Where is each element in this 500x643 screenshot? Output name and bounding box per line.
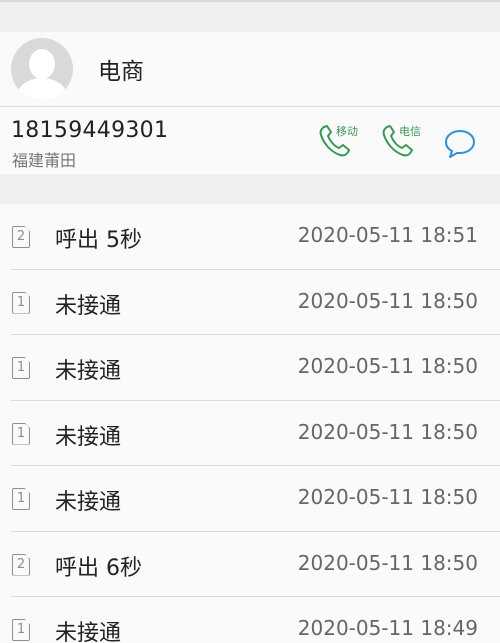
call-time: 2020-05-11 18:50 xyxy=(297,419,478,444)
mobile-label: 移动 xyxy=(336,125,358,138)
call-status: 未接通 xyxy=(55,293,122,319)
call-log-row[interactable]: 2 呼出 6秒 2020-05-11 18:50 xyxy=(0,532,500,598)
call-log-row[interactable]: 1 未接通 2020-05-11 18:50 xyxy=(0,401,500,467)
avatar[interactable] xyxy=(11,38,73,100)
top-strip xyxy=(0,0,500,32)
call-status: 未接通 xyxy=(55,490,122,515)
sim-card-icon: 2 xyxy=(12,553,30,576)
avatar-body xyxy=(17,78,67,100)
chat-bubble-icon xyxy=(445,130,475,158)
call-log-row[interactable]: 1 未接通 2020-05-11 18:50 xyxy=(0,466,500,532)
call-log-row[interactable]: 2 呼出 5秒 2020-05-11 18:51 xyxy=(0,204,500,270)
call-detail-page: 电商 18159449301 福建莆田 移动 电信 2 呼出 5秒 2020-0… xyxy=(0,0,500,643)
section-gap xyxy=(0,174,500,204)
call-status: 未接通 xyxy=(55,359,122,384)
call-status: 未接通 xyxy=(55,424,122,450)
call-time: 2020-05-11 18:51 xyxy=(297,223,478,247)
phone-number: 18159449301 xyxy=(11,118,169,143)
sim-card-icon: 1 xyxy=(12,357,30,379)
call-log-list: 2 呼出 5秒 2020-05-11 18:51 1 未接通 2020-05-1… xyxy=(0,204,500,643)
call-time: 2020-05-11 18:50 xyxy=(297,550,478,575)
call-log-row[interactable]: 1 未接通 2020-05-11 18:50 xyxy=(0,270,500,336)
contact-name: 电商 xyxy=(98,59,144,85)
contact-header: 电商 xyxy=(0,32,500,107)
call-status: 呼出 5秒 xyxy=(55,228,142,253)
call-status: 呼出 6秒 xyxy=(55,555,142,581)
call-mobile-button[interactable]: 移动 xyxy=(318,123,368,163)
sim-card-icon: 1 xyxy=(12,291,30,314)
contact-info[interactable]: 18159449301 福建莆田 移动 电信 xyxy=(0,107,500,174)
sim-card-icon: 1 xyxy=(12,619,30,641)
call-time: 2020-05-11 18:50 xyxy=(297,288,478,313)
message-button[interactable] xyxy=(443,127,477,161)
call-time: 2020-05-11 18:50 xyxy=(297,354,478,378)
telecom-label: 电信 xyxy=(399,125,421,138)
phone-location: 福建莆田 xyxy=(12,151,77,170)
call-log-row[interactable]: 1 未接通 2020-05-11 18:49 xyxy=(0,597,500,643)
call-status: 未接通 xyxy=(55,621,122,643)
call-time: 2020-05-11 18:49 xyxy=(297,616,478,640)
call-log-row[interactable]: 1 未接通 2020-05-11 18:50 xyxy=(0,335,500,401)
sim-card-icon: 1 xyxy=(12,422,30,445)
sim-card-icon: 2 xyxy=(12,226,30,248)
call-time: 2020-05-11 18:50 xyxy=(297,485,478,509)
avatar-head xyxy=(29,49,55,79)
call-telecom-button[interactable]: 电信 xyxy=(381,123,431,163)
contact-card: 电商 18159449301 福建莆田 移动 电信 xyxy=(0,32,500,174)
sim-card-icon: 1 xyxy=(12,488,30,510)
